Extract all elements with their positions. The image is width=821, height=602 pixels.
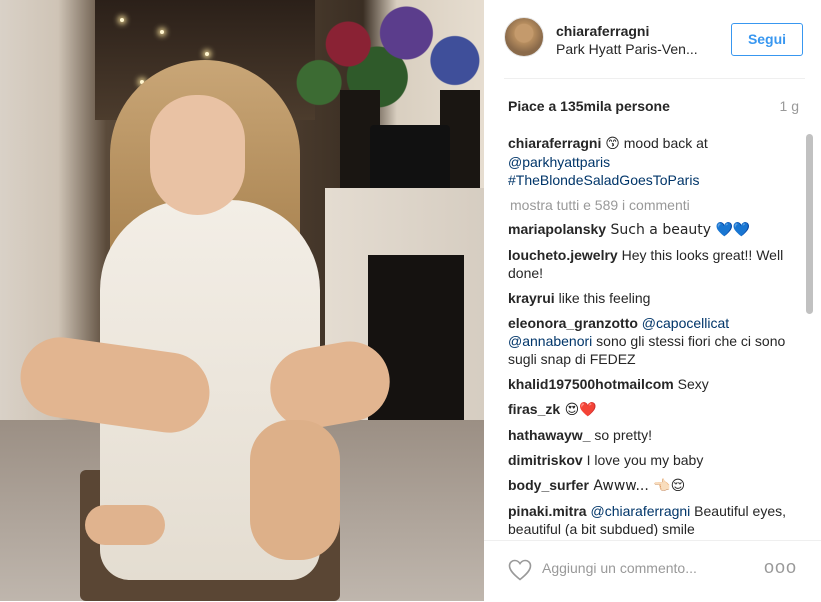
comment-username[interactable]: eleonora_granzotto	[508, 315, 638, 331]
caption-hashtag[interactable]: #TheBlondeSaladGoesToParis	[508, 172, 699, 188]
post-time[interactable]: 1 g	[780, 98, 799, 114]
comment-mention[interactable]: @capocellicat	[642, 315, 729, 331]
comment-text: so pretty!	[590, 427, 652, 443]
list-item: mariapolansky Such a beauty 💙💙	[508, 220, 796, 239]
show-all-comments[interactable]: mostra tutti e 589 i commenti	[510, 196, 796, 214]
likes-count[interactable]: Piace a 135mila persone	[508, 98, 670, 114]
comment-text: Sexy	[673, 376, 709, 392]
comment-username[interactable]: firas_zk	[508, 401, 560, 417]
more-options-icon[interactable]: ooo	[764, 557, 797, 578]
comments-list[interactable]: chiaraferragni 😙 mood back at @parkhyatt…	[508, 134, 796, 536]
post-username[interactable]: chiaraferragni	[556, 23, 649, 39]
caption: chiaraferragni 😙 mood back at @parkhyatt…	[508, 134, 796, 189]
comment-mention[interactable]: @annabenori	[508, 333, 592, 349]
comment-username[interactable]: khalid197500hotmailcom	[508, 376, 674, 392]
photo-foot-left	[85, 505, 165, 545]
caption-mention[interactable]: @parkhyattparis	[508, 154, 610, 170]
follow-button[interactable]: Segui	[731, 23, 803, 56]
comment-text: I love you my baby	[582, 452, 704, 468]
photo-shin-right	[250, 420, 340, 560]
list-item: dimitriskov I love you my baby	[508, 451, 796, 469]
list-item: body_surfer Awww... 👈🏻😌	[508, 476, 796, 495]
comment-text: 😍❤️	[560, 402, 597, 418]
list-item: eleonora_granzotto @capocellicat @annaben…	[508, 314, 796, 368]
list-item: krayrui like this feeling	[508, 289, 796, 307]
list-item: pinaki.mitra @chiaraferragni Beautiful e…	[508, 502, 796, 536]
list-item: firas_zk 😍❤️	[508, 400, 796, 419]
comment-mention[interactable]: @chiaraferragni	[590, 503, 690, 519]
list-item: hathawayw_ so pretty!	[508, 426, 796, 444]
photo-face	[150, 95, 245, 215]
comment-username[interactable]: hathawayw_	[508, 427, 590, 443]
likes-row: Piace a 135mila persone 1 g	[508, 98, 799, 114]
instagram-post-modal: chiaraferragni Park Hyatt Paris-Ven... S…	[0, 0, 821, 601]
post-photo[interactable]	[0, 0, 484, 601]
comment-text: Such a beauty 💙💙	[606, 222, 751, 238]
comment-username[interactable]: krayrui	[508, 290, 555, 306]
list-item: loucheto.jewelry Hey this looks great!! …	[508, 246, 796, 282]
post-location[interactable]: Park Hyatt Paris-Ven...	[556, 41, 716, 57]
photo-handbag	[370, 125, 450, 190]
heart-outline-icon[interactable]	[508, 559, 532, 581]
comments-scrollbar[interactable]	[806, 134, 813, 314]
comment-username[interactable]: loucheto.jewelry	[508, 247, 618, 263]
post-footer: Aggiungi un commento... ooo	[484, 540, 821, 602]
list-item: khalid197500hotmailcom Sexy	[508, 375, 796, 393]
comment-username[interactable]: pinaki.mitra	[508, 503, 587, 519]
post-header: chiaraferragni Park Hyatt Paris-Ven... S…	[504, 14, 805, 79]
avatar[interactable]	[504, 17, 544, 57]
add-comment-input[interactable]: Aggiungi un commento...	[542, 560, 697, 576]
comment-text: Awww... 👈🏻😌	[588, 478, 686, 494]
comment-username[interactable]: body_surfer	[508, 477, 589, 493]
comment-text: like this feeling	[554, 290, 651, 306]
comment-username[interactable]: dimitriskov	[508, 452, 583, 468]
caption-text: mood back at	[619, 135, 708, 151]
comment-username[interactable]: mariapolansky	[508, 221, 606, 237]
caption-emoji: 😙	[605, 136, 620, 152]
caption-username[interactable]: chiaraferragni	[508, 135, 601, 151]
